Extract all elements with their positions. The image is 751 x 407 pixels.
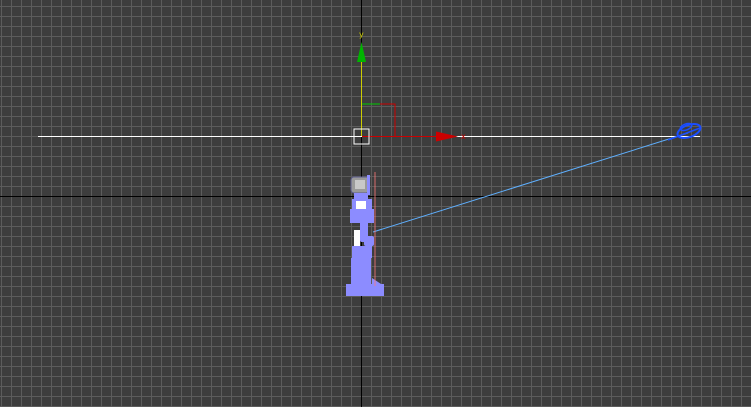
gizmo-xy-plane-handle[interactable] — [362, 103, 396, 136]
viewport-3d[interactable]: y x — [0, 0, 751, 407]
gizmo-x-label: x — [461, 132, 466, 141]
gizmo-y-arrow-icon[interactable] — [357, 42, 366, 62]
gizmo-y-label: y — [359, 30, 364, 39]
gizmo-x-arrow-icon[interactable] — [436, 131, 458, 142]
target-object[interactable] — [667, 121, 702, 141]
ik-link-line — [372, 132, 689, 233]
viewport-grid — [0, 0, 751, 407]
